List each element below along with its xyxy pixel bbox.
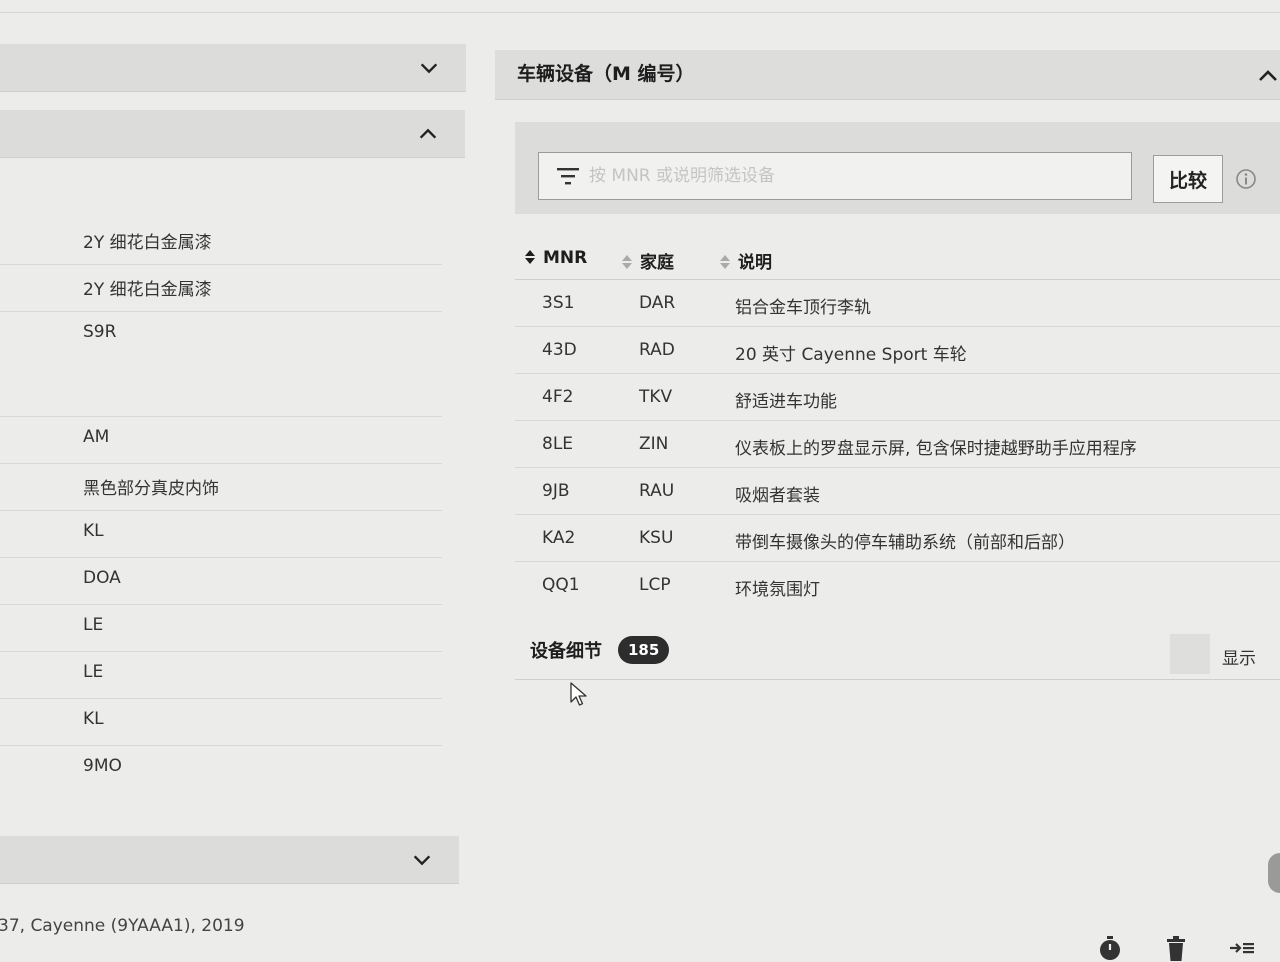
accordion-header-1[interactable] xyxy=(0,44,466,92)
list-item-text: LE xyxy=(83,662,104,682)
table-row[interactable]: 3S1 DAR 铝合金车顶行李轨 xyxy=(515,280,1280,327)
table-row[interactable]: 8LE ZIN 仪表板上的罗盘显示屏, 包含保时捷越野助手应用程序 xyxy=(515,421,1280,468)
cell-description: 带倒车摄像头的停车辅助系统（前部和后部） xyxy=(735,533,1075,553)
cell-family: ZIN xyxy=(639,434,669,454)
cell-family: RAD xyxy=(639,340,675,360)
list-item: DOA xyxy=(0,558,442,605)
info-icon[interactable] xyxy=(1235,168,1257,190)
list-item: KL xyxy=(0,699,442,746)
scroll-handle[interactable] xyxy=(1268,853,1280,893)
table-header: MNR 家庭 说明 xyxy=(515,236,1280,280)
show-label[interactable]: 显示 xyxy=(1222,644,1256,669)
list-item-text: LE xyxy=(83,615,104,635)
cell-mnr: KA2 xyxy=(542,528,576,548)
filter-field[interactable] xyxy=(538,152,1132,200)
column-header-family[interactable]: 家庭 xyxy=(620,248,674,273)
cell-mnr: 3S1 xyxy=(542,293,575,313)
cell-family: RAU xyxy=(639,481,675,501)
app-window: 2Y 细花白金属漆 2Y 细花白金属漆 S9R AM 黑色部分真皮内饰 KL D… xyxy=(0,0,1280,962)
sort-icon xyxy=(523,249,537,265)
list-item: S9R xyxy=(0,312,442,417)
equipment-table: MNR 家庭 说明 3S1 DAR 铝合金车顶行李轨 43D RAD 20 英寸… xyxy=(515,236,1280,609)
header-label: 家庭 xyxy=(640,253,674,273)
vehicle-equipment-panel: 车辆设备（M 编号） 比较 xyxy=(495,0,1280,962)
filter-bar: 比较 xyxy=(515,122,1280,214)
cell-mnr: 43D xyxy=(542,340,577,360)
chevron-up-icon[interactable] xyxy=(417,123,439,145)
list-item: KL xyxy=(0,511,442,558)
accordion-header-2[interactable] xyxy=(0,110,465,158)
mouse-cursor-icon xyxy=(570,682,588,708)
cell-mnr: QQ1 xyxy=(542,575,580,595)
list-item: LE xyxy=(0,652,442,699)
left-equipment-list: 2Y 细花白金属漆 2Y 细花白金属漆 S9R AM 黑色部分真皮内饰 KL D… xyxy=(0,218,442,793)
list-item-text: DOA xyxy=(83,568,121,588)
sort-icon xyxy=(620,254,634,270)
header-label: 说明 xyxy=(738,253,772,273)
list-item-text: 9MO xyxy=(83,756,122,776)
cell-description: 舒适进车功能 xyxy=(735,392,837,412)
left-panel: 2Y 细花白金属漆 2Y 细花白金属漆 S9R AM 黑色部分真皮内饰 KL D… xyxy=(0,0,470,962)
list-item-text: 黑色部分真皮内饰 xyxy=(83,479,219,499)
cell-description: 仪表板上的罗盘显示屏, 包含保时捷越野助手应用程序 xyxy=(735,439,1137,459)
filter-icon xyxy=(555,165,581,187)
list-item-text: S9R xyxy=(83,322,117,342)
filter-input[interactable] xyxy=(589,161,1109,191)
cell-mnr: 4F2 xyxy=(542,387,574,407)
list-item: 黑色部分真皮内饰 xyxy=(0,464,442,511)
panel-title: 车辆设备（M 编号） xyxy=(517,63,695,85)
column-header-mnr[interactable]: MNR xyxy=(523,248,587,268)
table-row[interactable]: 9JB RAU 吸烟者套装 xyxy=(515,468,1280,515)
compare-button[interactable]: 比较 xyxy=(1153,155,1223,203)
cell-family: KSU xyxy=(639,528,674,548)
chevron-down-icon[interactable] xyxy=(418,57,440,79)
cell-mnr: 9JB xyxy=(542,481,570,501)
table-row[interactable]: 43D RAD 20 英寸 Cayenne Sport 车轮 xyxy=(515,327,1280,374)
cell-family: TKV xyxy=(639,387,673,407)
list-item-text: KL xyxy=(83,521,104,541)
details-label: 设备细节 xyxy=(530,641,602,662)
cell-mnr: 8LE xyxy=(542,434,574,454)
list-item-text: 2Y 细花白金属漆 xyxy=(83,280,212,300)
column-header-description[interactable]: 说明 xyxy=(718,248,772,273)
list-item: LE xyxy=(0,605,442,652)
table-row[interactable]: KA2 KSU 带倒车摄像头的停车辅助系统（前部和后部） xyxy=(515,515,1280,562)
list-item-text: KL xyxy=(83,709,104,729)
chevron-up-icon[interactable] xyxy=(1256,64,1280,88)
panel-header[interactable]: 车辆设备（M 编号） xyxy=(495,50,1280,100)
collapse-panel-icon[interactable] xyxy=(1228,934,1256,962)
list-item: 9MO xyxy=(0,746,442,793)
cell-description: 吸烟者套装 xyxy=(735,486,820,506)
show-toggle[interactable] xyxy=(1170,634,1210,674)
cell-description: 铝合金车顶行李轨 xyxy=(735,298,871,318)
cell-family: DAR xyxy=(639,293,676,313)
table-row[interactable]: 4F2 TKV 舒适进车功能 xyxy=(515,374,1280,421)
cell-description: 环境氛围灯 xyxy=(735,580,820,600)
equipment-details-section: 设备细节 185 显示 xyxy=(515,626,1280,680)
list-item: 2Y 细花白金属漆 xyxy=(0,265,442,312)
header-label: MNR xyxy=(543,248,588,268)
list-item-text: AM xyxy=(83,427,110,447)
details-count-badge: 185 xyxy=(618,636,670,664)
vehicle-info: 37, Cayenne (9YAAA1), 2019 xyxy=(0,916,245,936)
chevron-down-icon[interactable] xyxy=(411,849,433,871)
list-item: AM xyxy=(0,417,442,464)
table-row[interactable]: QQ1 LCP 环境氛围灯 xyxy=(515,562,1280,609)
cell-description: 20 英寸 Cayenne Sport 车轮 xyxy=(735,345,967,365)
list-item-text: 2Y 细花白金属漆 xyxy=(83,233,212,253)
cell-family: LCP xyxy=(639,575,671,595)
accordion-header-3[interactable] xyxy=(0,836,459,884)
trash-icon[interactable] xyxy=(1162,934,1190,962)
sort-icon xyxy=(718,254,732,270)
list-item: 2Y 细花白金属漆 xyxy=(0,218,442,265)
stopwatch-icon[interactable] xyxy=(1096,934,1124,962)
